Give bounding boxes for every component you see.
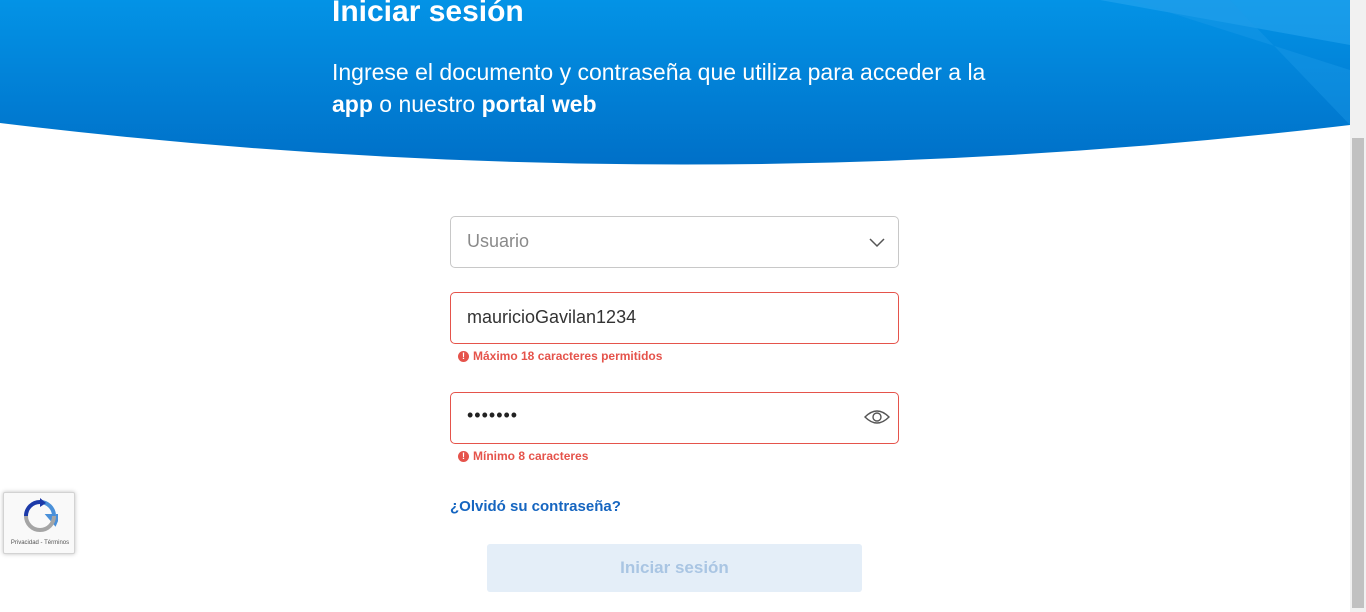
password-value: ••••••• bbox=[467, 405, 519, 425]
recaptcha-badge[interactable]: Privacidad - Términos bbox=[3, 492, 75, 554]
username-value: mauricioGavilan1234 bbox=[467, 307, 637, 327]
page-scrollbar[interactable] bbox=[1350, 0, 1366, 612]
eye-icon[interactable] bbox=[864, 407, 890, 427]
login-button[interactable]: Iniciar sesión bbox=[487, 544, 862, 592]
page-subtitle: Ingrese el documento y contraseña que ut… bbox=[332, 56, 1032, 120]
user-type-select[interactable]: Usuario bbox=[450, 216, 899, 268]
subtitle-portal: portal web bbox=[481, 91, 597, 117]
recaptcha-logo-icon bbox=[24, 498, 58, 532]
forgot-password-link[interactable]: ¿Olvidó su contraseña? bbox=[450, 498, 621, 515]
scrollbar-thumb[interactable] bbox=[1352, 138, 1364, 608]
exclamation-icon: ! bbox=[458, 350, 469, 362]
username-input[interactable]: mauricioGavilan1234 bbox=[450, 292, 899, 344]
recaptcha-legal[interactable]: Privacidad - Términos bbox=[4, 540, 76, 546]
user-type-placeholder: Usuario bbox=[467, 231, 530, 251]
password-error-text: Mínimo 8 caracteres bbox=[473, 449, 589, 463]
subtitle-text: Ingrese el documento y contraseña que ut… bbox=[332, 59, 986, 85]
page-title: Iniciar sesión bbox=[332, 0, 524, 28]
subtitle-text: o nuestro bbox=[372, 91, 482, 117]
username-error: ! Máximo 18 caracteres permitidos bbox=[458, 349, 662, 363]
subtitle-app: app bbox=[332, 91, 373, 117]
password-input[interactable]: ••••••• bbox=[450, 392, 899, 444]
username-error-text: Máximo 18 caracteres permitidos bbox=[473, 349, 663, 363]
hero-banner: Iniciar sesión Ingrese el documento y co… bbox=[0, 0, 1350, 170]
chevron-down-icon bbox=[869, 238, 885, 248]
password-error: ! Mínimo 8 caracteres bbox=[458, 449, 588, 463]
exclamation-icon: ! bbox=[458, 450, 469, 462]
